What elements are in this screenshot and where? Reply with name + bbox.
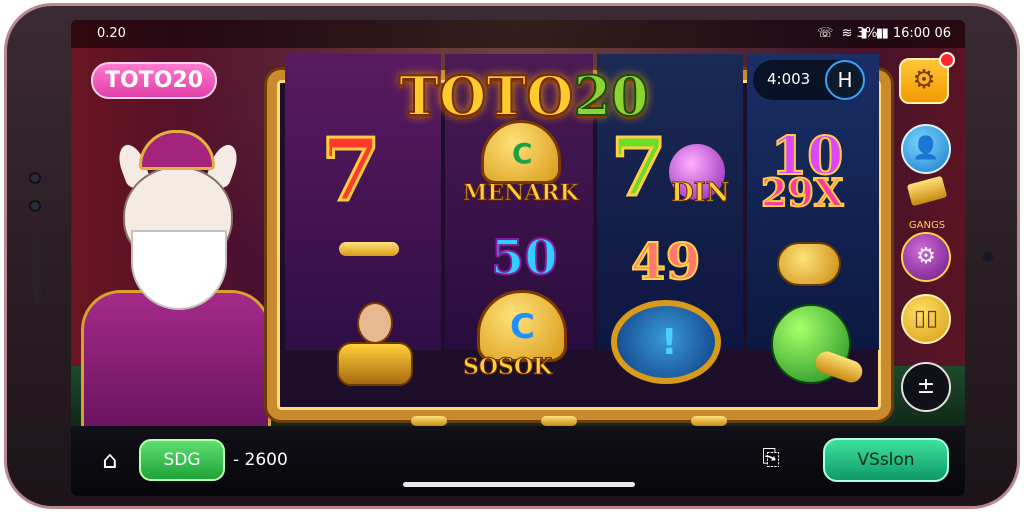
coin-stack-icon (777, 242, 841, 286)
bet-amount: - 2600 (233, 450, 288, 470)
status-time: 0.20 (97, 26, 126, 41)
symbol-din-label: DIN (670, 178, 730, 209)
symbol-fifty: 50 (490, 229, 559, 287)
helmet-glyph-top: C (512, 137, 533, 170)
user-icon: 👤 (912, 136, 940, 161)
gift-icon[interactable]: ⎘ (755, 444, 787, 474)
menu-button[interactable]: ± (901, 362, 951, 412)
gears-label: GANGS (908, 220, 946, 231)
logo-pill[interactable]: TOTO20 (91, 62, 218, 99)
battery-percent: 3% (856, 26, 878, 41)
floor-coin-icon (691, 416, 727, 426)
mascot-hat (139, 130, 215, 170)
symbol-forty-nine: 49 (630, 231, 702, 292)
balance-value: 4:003 (767, 70, 811, 88)
shield-glyph: ! (661, 322, 678, 363)
sensor-icon (29, 200, 41, 212)
spin-button[interactable]: VSslon (823, 438, 949, 482)
symbol-sosok-label: SOSOK (462, 354, 553, 381)
status-bar: 0.20 ☏ ≋ ▮ ▮ 3% ▮ 16:00 06 (71, 20, 965, 48)
symbol-seven-green: 7 (610, 119, 669, 216)
phone-frame: 0.20 ☏ ≋ ▮ ▮ 3% ▮ 16:00 06 TOTO20 TOTO20… (4, 3, 1020, 509)
balance-display[interactable]: 4:003 H (753, 60, 865, 100)
game-screen: 0.20 ☏ ≋ ▮ ▮ 3% ▮ 16:00 06 TOTO20 TOTO20… (71, 20, 965, 496)
gnome-symbol (329, 296, 419, 392)
gear-badge-icon: ⚙ (916, 244, 936, 269)
side-button (33, 224, 41, 304)
camera-icon (29, 172, 41, 184)
symbol-seven-red: 7 (320, 119, 383, 223)
menu-icon: ± (916, 374, 936, 399)
gnome-head (357, 302, 393, 344)
profile-button[interactable]: 👤 (901, 124, 951, 174)
cards-button[interactable]: ▯▯ (901, 294, 951, 344)
home-indicator[interactable] (403, 482, 635, 487)
bet-button[interactable]: SDG (139, 439, 225, 481)
status-clock: 3% ▮ 16:00 06 (857, 26, 951, 41)
gear-icon: ⚙ (912, 65, 936, 95)
gears-button[interactable]: ⚙ (901, 232, 951, 282)
floor-coin-icon (541, 416, 577, 426)
floor-coin-icon (411, 416, 447, 426)
status-clock-value: 16:00 06 (892, 26, 951, 41)
title-number: 20 (572, 63, 649, 129)
coin-bar-icon (339, 242, 399, 256)
cards-icon: ▯▯ (913, 306, 939, 331)
balance-h-icon[interactable]: H (825, 60, 865, 100)
helmet-glyph-bottom: C (510, 307, 535, 347)
symbol-menark-label: MENARK (463, 180, 580, 207)
shield-symbol: ! (611, 300, 721, 384)
gnome-body (337, 342, 413, 386)
notification-dot-icon (939, 52, 955, 68)
battery-icon: ▮ (881, 26, 889, 41)
title-word: TOTO (398, 63, 574, 129)
front-camera-icon (983, 252, 993, 262)
home-icon[interactable]: ⌂ (95, 446, 125, 474)
symbol-multiplier: 29X (760, 169, 844, 216)
game-title: TOTO20 (398, 63, 650, 129)
mascot-robe (81, 290, 271, 430)
mascot-character (81, 130, 271, 430)
